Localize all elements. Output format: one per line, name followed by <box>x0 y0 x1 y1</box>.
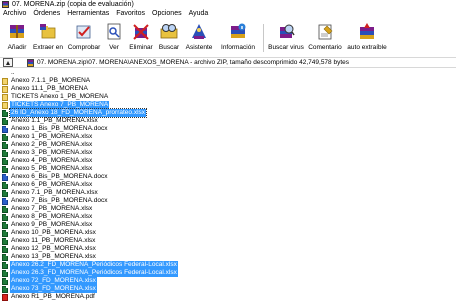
view-button[interactable]: Ver <box>102 19 126 57</box>
list-item[interactable]: Anexo 7_Bis_PB_MORENA.docx <box>0 197 108 205</box>
find-button[interactable]: Buscar <box>156 19 182 57</box>
word-file-icon <box>2 125 8 133</box>
excel-file-icon <box>2 189 8 197</box>
excel-file-icon <box>2 221 8 229</box>
list-item-selected[interactable]: Anexo 26.2_FD_MORENA_Periódicos Federal-… <box>0 261 178 269</box>
folder-icon <box>2 93 8 101</box>
menu-archivo[interactable]: Archivo <box>3 9 26 19</box>
virus-scan-icon <box>280 24 295 38</box>
wizard-icon <box>192 24 206 39</box>
list-item[interactable]: Anexo 4_PB_MORENA.xlsx <box>0 157 93 165</box>
word-file-icon <box>2 173 8 181</box>
excel-file-icon <box>2 269 8 277</box>
folder-icon <box>2 77 8 85</box>
folder-icon <box>2 85 8 93</box>
pdf-file-icon <box>2 293 8 301</box>
parent-folder-icon <box>2 70 8 77</box>
sfx-button[interactable]: auto extraíble <box>345 19 389 57</box>
archive-icon <box>27 58 34 67</box>
excel-file-icon <box>2 117 8 125</box>
find-icon <box>160 24 178 39</box>
excel-file-icon <box>2 285 8 293</box>
menu-bar: Archivo Órdenes Herramientas Favoritos O… <box>0 9 456 19</box>
list-item[interactable]: Anexo 8_PB_MORENA.xlsx <box>0 213 93 221</box>
list-item[interactable]: Anexo 2_PB_MORENA.xlsx <box>0 141 93 149</box>
wizard-button[interactable]: Asistente <box>182 19 216 57</box>
list-item-selected[interactable]: Anexo 72_FD_MORENA.xlsx <box>0 277 97 285</box>
archive-path: 07. MORENA.zip\07. MORENA\ANEXOS_MORENA … <box>37 59 350 66</box>
excel-file-icon <box>2 133 8 141</box>
list-item[interactable]: Anexo 11_PB_MORENA.xlsx <box>0 237 96 245</box>
excel-file-icon <box>2 157 8 165</box>
menu-herramientas[interactable]: Herramientas <box>67 9 109 19</box>
up-folder-button[interactable] <box>3 58 13 67</box>
list-item[interactable]: Anexo 13_PB_MORENA.xlsx <box>0 253 97 261</box>
list-item[interactable]: Anexo 1_Bis_PB_MORENA.docx <box>0 125 108 133</box>
list-item-selected[interactable]: 26 ID_Anexo 18_FD_MORENA_prorrateo.xlsx <box>0 108 148 118</box>
excel-file-icon <box>2 229 8 237</box>
excel-file-icon <box>2 245 8 253</box>
title-bar: 07. MORENA.zip (copia de evaluación) <box>0 0 456 9</box>
list-item[interactable]: Anexo 7_PB_MORENA.xlsx <box>0 205 93 213</box>
delete-button[interactable]: Eliminar <box>126 19 156 57</box>
info-icon <box>231 23 246 38</box>
arrow-up-icon <box>6 60 10 65</box>
list-item[interactable]: TICKETS Anexo 1_PB_MORENA <box>0 93 109 101</box>
list-item-selected[interactable]: Anexo 73_FD_MORENA.xlsx <box>0 285 97 293</box>
menu-favoritos[interactable]: Favoritos <box>116 9 145 19</box>
comment-button[interactable]: Comentario <box>305 19 345 57</box>
list-item[interactable]: Anexo 1.1_PB_MORENA.xlsx <box>0 117 99 125</box>
virus-scan-button[interactable]: Buscar virus <box>267 19 305 57</box>
menu-ayuda[interactable]: Ayuda <box>189 9 209 19</box>
excel-file-icon <box>2 277 8 285</box>
list-item[interactable]: Anexo 6_Bis_PB_MORENA.docx <box>0 173 108 181</box>
list-item-selected[interactable]: TICKETS Anexo 7_PB_MORENA <box>0 101 110 109</box>
excel-file-icon <box>2 181 8 189</box>
test-icon <box>76 25 91 39</box>
address-bar: 07. MORENA.zip\07. MORENA\ANEXOS_MORENA … <box>0 57 456 68</box>
comment-icon <box>318 24 333 40</box>
excel-file-icon <box>2 205 8 213</box>
info-button[interactable]: Información <box>216 19 260 57</box>
list-item-parent[interactable]: .. <box>0 69 16 77</box>
list-item[interactable]: Anexo R1_PB_MORENA.pdf <box>0 293 96 301</box>
excel-file-icon <box>2 213 8 221</box>
list-item[interactable]: Anexo 3_PB_MORENA.xlsx <box>0 149 93 157</box>
menu-opciones[interactable]: Opciones <box>152 9 182 19</box>
menu-ordenes[interactable]: Órdenes <box>33 9 60 19</box>
list-item[interactable]: Anexo 11.1_PB_MORENA <box>0 85 89 93</box>
winrar-app-icon <box>2 1 9 8</box>
word-file-icon <box>2 197 8 205</box>
excel-file-icon <box>2 237 8 245</box>
list-item[interactable]: Anexo 10_PB_MORENA.xlsx <box>0 229 97 237</box>
toolbar: Añadir Extraer en Comprobar Ver Eliminar… <box>0 19 456 57</box>
list-item[interactable]: Anexo 6_PB_MORENA.xlsx <box>0 181 93 189</box>
list-item[interactable]: Anexo 7.1.1_PB_MORENA <box>0 77 91 85</box>
delete-icon <box>133 24 149 40</box>
add-button[interactable]: Añadir <box>4 19 30 57</box>
folder-icon <box>2 101 8 109</box>
extract-icon <box>40 24 56 39</box>
view-icon <box>107 23 121 40</box>
list-item[interactable]: Anexo 7.1_PB_MORENA.xlsx <box>0 189 99 197</box>
excel-file-icon <box>2 141 8 149</box>
test-button[interactable]: Comprobar <box>66 19 102 57</box>
excel-file-icon <box>2 149 8 157</box>
excel-file-icon <box>2 261 8 269</box>
excel-file-icon <box>2 253 8 261</box>
toolbar-separator <box>263 24 264 52</box>
extract-to-button[interactable]: Extraer en <box>30 19 66 57</box>
excel-file-icon <box>2 109 8 117</box>
list-item-selected[interactable]: Anexo 26.3_FD_MORENA_Periódicos Federal-… <box>0 269 178 277</box>
list-item[interactable]: Anexo 12_PB_MORENA.xlsx <box>0 245 97 253</box>
file-list: .. Anexo 7.1.1_PB_MORENA Anexo 11.1_PB_M… <box>0 68 456 305</box>
list-item[interactable]: Anexo 5_PB_MORENA.xlsx <box>0 165 93 173</box>
window-title: 07. MORENA.zip (copia de evaluación) <box>12 1 134 8</box>
sfx-icon <box>360 23 374 39</box>
list-item[interactable]: Anexo 1_PB_MORENA.xlsx <box>0 133 93 141</box>
add-archive-icon <box>10 25 24 38</box>
excel-file-icon <box>2 165 8 173</box>
list-item[interactable]: Anexo 9_PB_MORENA.xlsx <box>0 221 93 229</box>
